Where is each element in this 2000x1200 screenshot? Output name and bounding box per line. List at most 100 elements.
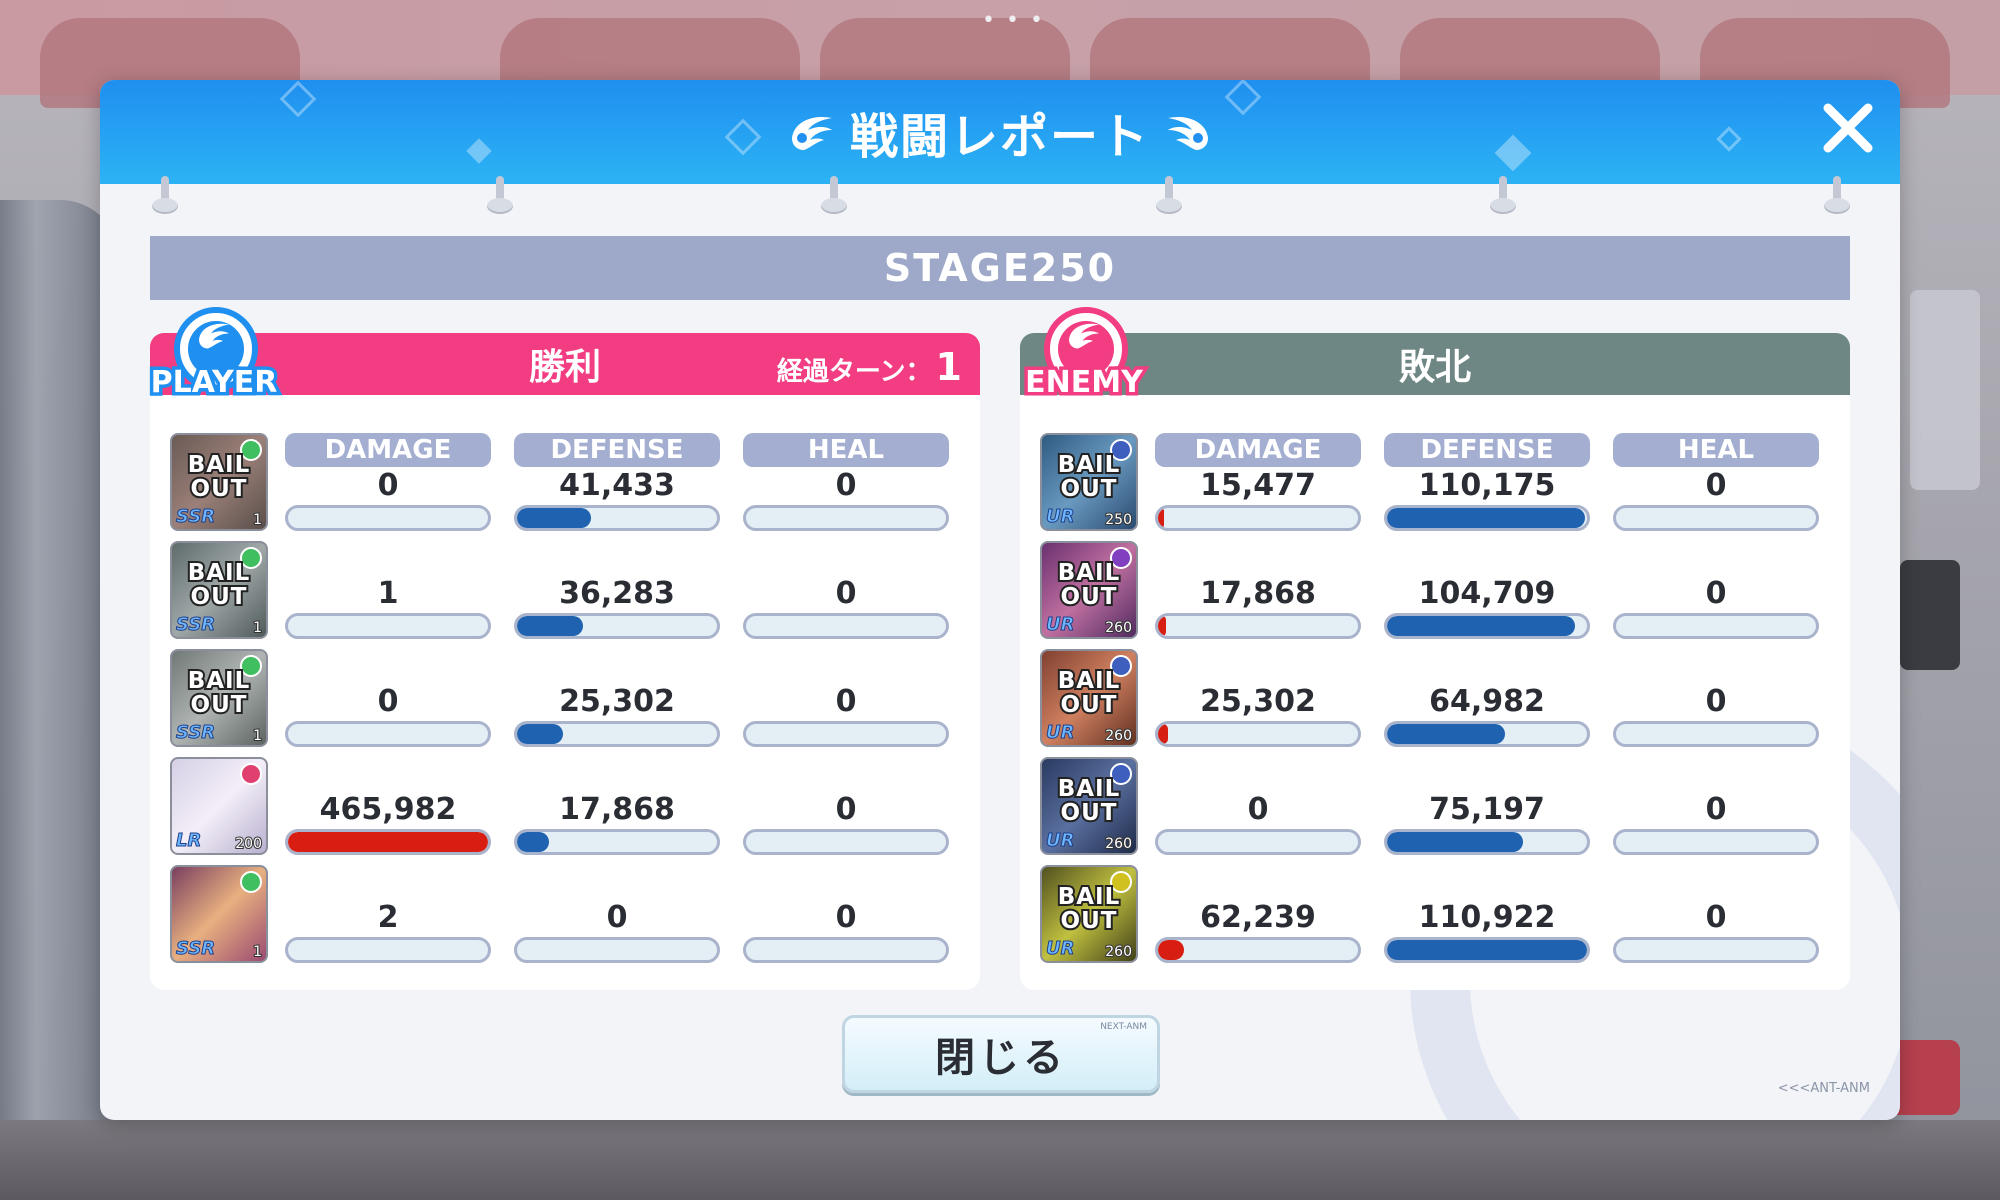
unit-portrait[interactable]: BAIL OUT UR 260 [1040,757,1138,855]
close-x-icon[interactable] [1818,98,1878,158]
unit-portrait[interactable]: BAIL OUT UR 260 [1040,865,1138,963]
unit-portrait[interactable]: BAIL OUT UR 260 [1040,541,1138,639]
bail-out-label: BAIL OUT [186,667,252,719]
heal-bar [1613,829,1819,855]
bail-out-label: BAIL OUT [1056,559,1122,611]
defense-bar [1384,721,1590,747]
binder-ring [1490,176,1516,216]
damage-bar-fill [1158,616,1166,636]
defense-header: DEFENSE [1384,433,1590,467]
close-button[interactable]: 閉じる NEXT-ANM [842,1015,1160,1093]
defense-bar-fill [517,832,549,852]
defense-bar [514,505,720,531]
unit-level: 1 [252,944,263,960]
damage-value: 17,868 [1200,576,1316,611]
heal-bar [1613,505,1819,531]
unit-portrait[interactable]: LR 200 [170,757,268,855]
unit-portrait[interactable]: SSR 1 [170,865,268,963]
unit-portrait[interactable]: BAIL OUT UR 260 [1040,649,1138,747]
damage-bar [285,937,491,963]
player-panel: 勝利 経過ターン： 1 PLAYER BAIL OUT SSR 1 DAMAGE 0 DEF… [147,307,980,990]
enemy-badge-label: ENEMY [1022,362,1147,404]
damage-value: 25,302 [1200,684,1316,719]
turn-count-label: 経過ターン： [776,357,932,387]
damage-value: 465,982 [319,792,457,827]
rarity-label: SSR [175,938,216,960]
bail-out-label: BAIL OUT [186,451,252,503]
defense-value: 17,868 [559,792,675,827]
damage-value: 1 [377,576,399,611]
background-side-button [1900,560,1960,670]
bail-out-label: BAIL OUT [1056,775,1122,827]
defense-value: 110,175 [1418,468,1556,503]
close-button-label: 閉じる [935,1035,1067,1081]
button-brand: NEXT-ANM [1100,1022,1147,1032]
wing-icon [199,323,229,349]
rarity-label: UR [1045,506,1075,528]
binder-ring [1824,176,1850,216]
unit-level: 250 [1104,512,1133,528]
defense-bar [1384,505,1590,531]
binder-ring [821,176,847,216]
footer-brand-logo: <<<ANT-ANM [1777,1081,1870,1096]
dialog-header: 戦闘レポート [100,80,1900,184]
heal-bar [1613,937,1819,963]
damage-bar [285,721,491,747]
player-unit-row: LR 200 465,982 17,868 0 [170,757,970,865]
unit-portrait[interactable]: BAIL OUT UR 250 [1040,433,1138,531]
element-icon [240,763,262,785]
defense-bar [514,937,720,963]
defense-bar-fill [1387,724,1505,744]
player-badge-label: PLAYER [147,362,281,404]
damage-value: 0 [377,468,399,503]
unit-portrait[interactable]: BAIL OUT SSR 1 [170,541,268,639]
bail-out-label: BAIL OUT [1056,667,1122,719]
heal-bar [1613,721,1819,747]
rarity-label: UR [1045,614,1075,636]
unit-level: 200 [234,836,263,852]
unit-portrait[interactable]: BAIL OUT SSR 1 [170,433,268,531]
damage-bar [285,829,491,855]
defense-value: 36,283 [559,576,675,611]
damage-header: DAMAGE [1155,433,1361,467]
enemy-result: 敗北 [1398,347,1471,388]
defense-value: 41,433 [559,468,675,503]
heal-value: 0 [1705,900,1727,935]
heal-bar [1613,613,1819,639]
rarity-label: UR [1045,830,1075,852]
element-icon [240,871,262,893]
heal-value: 0 [835,468,857,503]
bail-out-label: BAIL OUT [1056,451,1122,503]
defense-bar [514,613,720,639]
damage-value: 62,239 [1200,900,1316,935]
heal-bar [743,937,949,963]
unit-level: 1 [252,620,263,636]
damage-bar [1155,829,1361,855]
player-unit-row: SSR 1 2 0 0 [170,865,970,973]
more-dots-icon[interactable]: • • • [982,8,1045,33]
defense-value: 104,709 [1418,576,1556,611]
damage-bar-fill [288,832,488,852]
heal-header: HEAL [743,433,949,467]
player-unit-row: BAIL OUT SSR 1 DAMAGE 0 DEFENSE 41,433 HEAL 0 [170,433,970,541]
rarity-label: LR [175,830,202,852]
unit-portrait[interactable]: BAIL OUT SSR 1 [170,649,268,747]
heal-value: 0 [1705,684,1727,719]
heal-bar [743,829,949,855]
unit-level: 260 [1104,620,1133,636]
heal-header: HEAL [1613,433,1819,467]
damage-bar [1155,505,1361,531]
turn-count: 経過ターン： 1 [777,345,962,389]
background-bottom [0,1120,2000,1200]
heal-bar [743,505,949,531]
damage-value: 0 [377,684,399,719]
defense-bar [1384,829,1590,855]
defense-bar [514,721,720,747]
heal-value: 0 [835,684,857,719]
heal-bar [743,721,949,747]
heal-value: 0 [835,900,857,935]
defense-value: 64,982 [1429,684,1545,719]
unit-level: 260 [1104,836,1133,852]
damage-value: 0 [1247,792,1269,827]
background-side-panel [1910,290,1980,490]
